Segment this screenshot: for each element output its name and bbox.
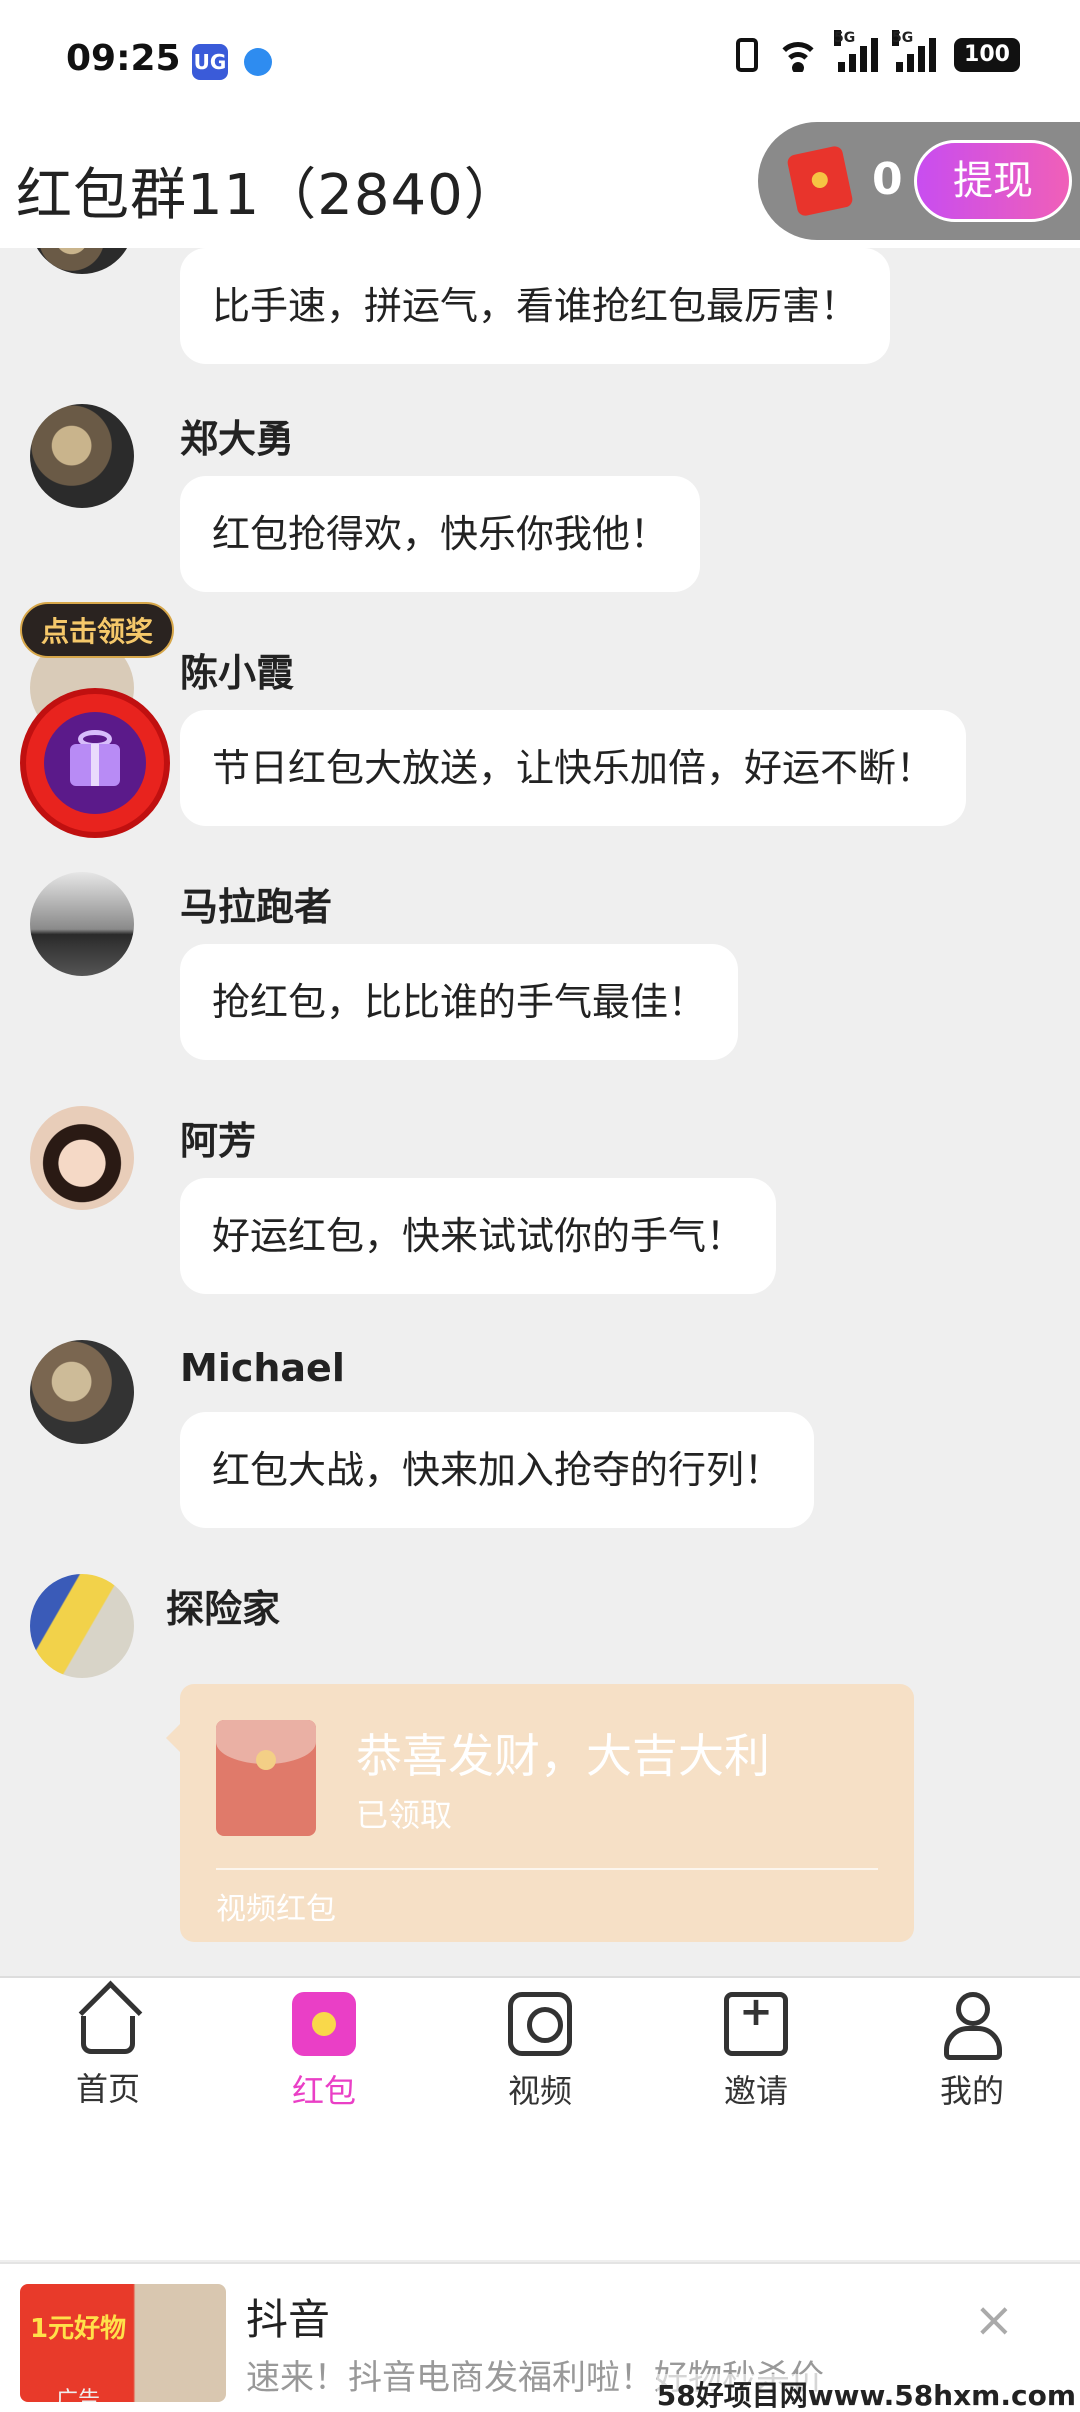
tab-label: 邀请 — [723, 2072, 788, 2110]
ad-thumb-text: 1元好物 — [30, 2314, 127, 2344]
tab-label: 视频 — [507, 2072, 572, 2110]
tab-red-packet[interactable]: 红包 — [254, 1992, 394, 2122]
sender-name: 阿芳 — [180, 1119, 257, 1163]
group-title: 红包群11（2840） — [16, 163, 521, 228]
ad-tag: 广告 — [56, 2388, 101, 2402]
gift-button[interactable] — [20, 688, 170, 838]
avatar[interactable] — [30, 404, 134, 508]
signal-icon-2: 5G — [892, 30, 936, 72]
red-envelope-icon — [786, 144, 854, 218]
reward-count: 0 — [872, 154, 903, 205]
red-packet-status: 已领取 — [356, 1796, 453, 1834]
signal-icon-1: 5G — [834, 30, 878, 72]
ad-title: 抖音 — [246, 2295, 331, 2344]
close-icon[interactable]: × — [974, 2292, 1014, 2348]
sender-name: 探险家 — [166, 1587, 281, 1631]
tab-label: 我的 — [939, 2072, 1004, 2110]
avatar[interactable] — [30, 248, 134, 274]
red-packet-type: 视频红包 — [216, 1892, 336, 1927]
invite-icon — [724, 1989, 788, 2056]
avatar[interactable] — [30, 1340, 134, 1444]
claim-prize-badge[interactable]: 点击领奖 — [20, 602, 174, 658]
status-time: 09:25 — [66, 38, 181, 79]
red-packet-card[interactable]: 恭喜发财，大吉大利 已领取 视频红包 — [166, 1684, 914, 1942]
ad-thumbnail[interactable]: 1元好物 广告 — [20, 2284, 226, 2402]
sender-name: 马拉跑者 — [180, 885, 333, 929]
wifi-icon — [776, 38, 820, 72]
watermark: 58好项目网www.58hxm.com — [656, 2374, 1076, 2412]
tab-home[interactable]: 首页 — [38, 1992, 178, 2122]
message-bubble: 节日红包大放送，让快乐加倍，好运不断！ — [180, 710, 967, 826]
tab-video[interactable]: 视频 — [470, 1992, 610, 2122]
app-notification-icon-2 — [244, 48, 272, 76]
sender-name: Michael — [180, 1346, 345, 1390]
tab-profile[interactable]: 我的 — [902, 1992, 1042, 2122]
message-bubble: 比手速，拼运气，看谁抢红包最厉害！ — [180, 248, 891, 364]
reward-balance-pill: 0 提现 — [758, 122, 1080, 240]
tab-label: 红包 — [291, 2072, 356, 2110]
sender-name: 陈小霞 — [180, 651, 295, 695]
video-icon — [508, 1992, 572, 2056]
profile-icon — [940, 1992, 1004, 2060]
red-packet-icon — [216, 1720, 316, 1836]
message-bubble: 抢红包，比比谁的手气最佳！ — [180, 944, 739, 1060]
avatar[interactable] — [30, 872, 134, 976]
battery-icon: 100 — [954, 38, 1020, 72]
red-packet-icon — [292, 1992, 356, 2056]
avatar[interactable] — [30, 1106, 134, 1210]
message-bubble: 红包大战，快来加入抢夺的行列！ — [180, 1412, 815, 1528]
chat-message-list[interactable]: 比手速，拼运气，看谁抢红包最厉害！ 郑大勇 红包抢得欢，快乐你我他！ 陈小霞 节… — [0, 248, 1080, 1976]
tab-invite[interactable]: 邀请 — [686, 1989, 826, 2122]
message-bubble: 好运红包，快来试试你的手气！ — [180, 1178, 777, 1294]
gift-icon — [44, 712, 146, 814]
vibrate-icon — [736, 38, 758, 72]
home-icon — [81, 2016, 135, 2054]
bottom-tab-bar: 首页 红包 视频 邀请 我的 — [0, 1976, 1080, 2260]
divider — [216, 1868, 878, 1870]
avatar[interactable] — [30, 1574, 134, 1678]
tab-label: 首页 — [75, 2070, 140, 2108]
app-notification-icon: UG — [192, 44, 228, 80]
message-bubble: 红包抢得欢，快乐你我他！ — [180, 476, 701, 592]
chat-header: 红包群11（2840） 0 提现 — [0, 122, 1080, 248]
withdraw-button[interactable]: 提现 — [914, 140, 1072, 222]
sender-name: 郑大勇 — [180, 417, 295, 461]
status-bar: 09:25 UG 5G 5G 100 — [0, 0, 1080, 122]
status-indicators: 5G 5G 100 — [736, 30, 1020, 72]
red-packet-title: 恭喜发财，大吉大利 — [356, 1729, 770, 1783]
